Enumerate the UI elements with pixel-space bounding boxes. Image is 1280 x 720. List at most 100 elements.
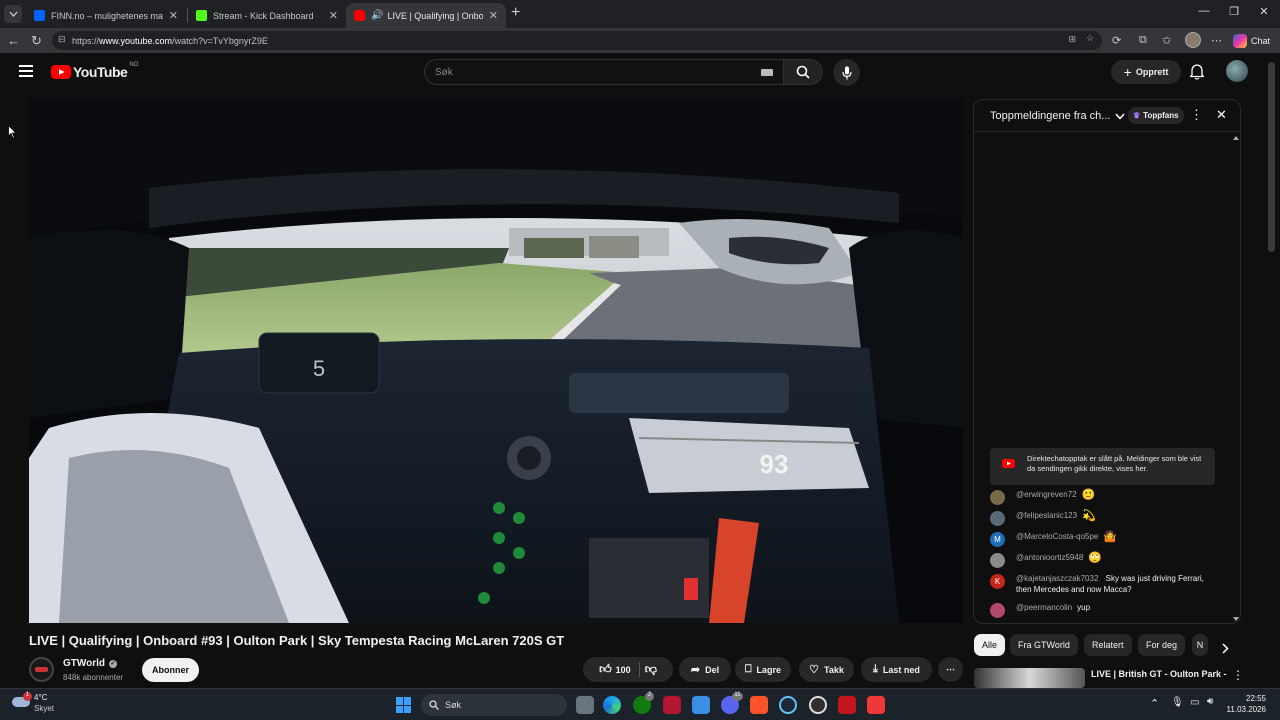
chat-header: Toppmeldingene fra ch... ♛ Toppfans ⋮ ✕ (974, 100, 1240, 132)
more-actions-button[interactable]: ⋯ (938, 657, 963, 682)
create-button[interactable]: + Opprett (1111, 60, 1181, 84)
chat-label: Chat (1251, 35, 1271, 46)
chevron-down-icon[interactable] (1115, 113, 1125, 120)
chip-for-you[interactable]: For deg (1138, 634, 1186, 656)
app-a-icon[interactable] (663, 696, 681, 714)
weather-widget[interactable]: 1 4°C Skyet (10, 692, 80, 718)
subscribe-button[interactable]: Abonner (142, 658, 199, 682)
minimize-icon[interactable]: — (1194, 5, 1214, 17)
chat-author[interactable]: @kajetanjaszczak7032 (1016, 574, 1098, 583)
url-field[interactable]: ⊟ https://www.youtube.com/watch?v=TvYbgn… (52, 31, 1102, 50)
keyboard-icon[interactable] (761, 69, 773, 76)
chat-author[interactable]: @MarceloCosta-qo5pe (1016, 532, 1098, 541)
channel-name-label: GTWorld (63, 658, 106, 669)
recommendation-title[interactable]: LIVE | British GT - Oulton Park - (1091, 669, 1227, 679)
volume-icon[interactable]: 🔊︎ (1207, 696, 1213, 707)
save-button[interactable]: ⎕ Lagre (735, 657, 791, 682)
network-icon[interactable]: ▭ (1190, 697, 1199, 708)
dislike-button[interactable]: 👎︎ (645, 662, 657, 677)
obs-icon[interactable] (809, 696, 827, 714)
back-icon[interactable]: ← (7, 33, 20, 48)
chip-from-channel[interactable]: Fra GTWorld (1010, 634, 1078, 656)
new-tab-icon[interactable]: + (511, 4, 520, 22)
chat-mode-selector[interactable]: Toppmeldingene fra ch... (990, 110, 1110, 122)
search-input[interactable]: Søk (424, 59, 784, 85)
chat-scrollbar[interactable] (1233, 136, 1239, 621)
chat-message: M @MarceloCosta-qo5pe 🤷 (990, 531, 1210, 547)
task-view-icon[interactable] (576, 696, 594, 714)
search-button[interactable] (783, 59, 823, 85)
more-options-icon[interactable]: ⋮ (1190, 107, 1203, 123)
chip-all[interactable]: Alle (974, 634, 1006, 656)
chip-label: For deg (1146, 640, 1178, 650)
browser-tab-strip: FINN.no – mulighetenes marked ✕ Stream -… (0, 0, 1280, 28)
page-scrollbar[interactable] (1268, 62, 1275, 252)
recommendation-more-icon[interactable]: ⋮ (1232, 668, 1244, 682)
thanks-button[interactable]: ♡ Takk (799, 657, 854, 682)
youtube-logo-text: YouTube (73, 64, 128, 80)
tab-youtube[interactable]: 🔊 LIVE | Qualifying | Onboard #93 ✕ (346, 3, 506, 28)
chip-related[interactable]: Relatert (1084, 634, 1132, 656)
split-screen-icon[interactable]: ⧉ (1139, 34, 1147, 47)
recommendation-thumbnail[interactable] (974, 668, 1085, 688)
app-badge: 2 (645, 692, 654, 701)
youtube-logo[interactable]: YouTube NO (51, 62, 138, 80)
chat-message: @antonioortiz5948 🙄 (990, 552, 1210, 568)
start-button[interactable] (396, 697, 412, 713)
more-menu-icon[interactable]: ⋯ (1211, 34, 1222, 47)
favorites-icon[interactable]: ✩ (1162, 34, 1171, 47)
speaker-icon[interactable]: 🔊 (371, 10, 383, 21)
video-player[interactable]: 5 93 (29, 98, 963, 623)
notifications-button[interactable] (1188, 64, 1206, 85)
channel-avatar[interactable] (29, 657, 54, 682)
close-chat-icon[interactable]: ✕ (1216, 107, 1227, 123)
microphone-tray-icon[interactable]: 🎙︎ (1171, 697, 1184, 708)
close-tab-icon[interactable]: ✕ (329, 9, 338, 22)
profile-avatar[interactable] (1185, 32, 1201, 48)
chat-author[interactable]: @erwingreven72 (1016, 490, 1077, 499)
onboard-camera-frame: 5 93 (29, 98, 963, 623)
account-avatar[interactable] (1226, 60, 1248, 82)
taskbar-search[interactable]: Søk (421, 694, 567, 716)
windows-taskbar: 1 4°C Skyet Søk 2 11 ⌃ 🎙︎ ▭ 🔊︎ 22:55 11.… (0, 688, 1280, 720)
close-window-icon[interactable]: ✕ (1254, 5, 1274, 18)
voice-search-button[interactable] (833, 59, 860, 86)
close-tab-icon[interactable]: ✕ (169, 9, 178, 22)
show-hidden-icons[interactable]: ⌃ (1150, 697, 1159, 710)
brave-icon[interactable] (750, 696, 768, 714)
clock[interactable]: 22:55 11.03.2026 (1226, 693, 1266, 715)
like-button[interactable]: 👍︎ 100 (599, 662, 640, 677)
tab-kick[interactable]: Stream - Kick Dashboard ✕ (188, 3, 346, 28)
subscribe-label: Abonner (152, 665, 189, 675)
copilot-chat-button[interactable]: Chat (1233, 32, 1270, 49)
chip-label: Alle (982, 640, 998, 650)
chip-label: N (1196, 640, 1204, 650)
chip-label: Fra GTWorld (1018, 640, 1070, 650)
site-info-icon[interactable]: ⊟ (58, 34, 66, 45)
tab-finn[interactable]: FINN.no – mulighetenes marked ✕ (26, 3, 186, 28)
install-app-icon[interactable]: ⊞ (1068, 34, 1076, 45)
download-label: Last ned (882, 664, 920, 675)
top-fans-badge[interactable]: ♛ Toppfans (1128, 107, 1184, 124)
menu-icon[interactable] (19, 65, 33, 77)
chevron-right-icon[interactable] (1222, 643, 1229, 654)
app-vivaldi-icon[interactable] (867, 696, 885, 714)
download-button[interactable]: ⤓ Last ned (861, 657, 932, 682)
chip-partial[interactable]: N (1192, 634, 1208, 656)
edge-browser-icon[interactable] (603, 696, 621, 714)
bookmark-star-icon[interactable]: ☆ (1086, 33, 1094, 44)
chat-author[interactable]: @antonioortiz5948 (1016, 553, 1083, 562)
close-tab-icon[interactable]: ✕ (489, 9, 498, 22)
channel-name[interactable]: GTWorld ✓ (63, 658, 118, 669)
steam-icon[interactable] (779, 696, 797, 714)
refresh-icon[interactable]: ↻ (31, 33, 42, 49)
chat-author[interactable]: @peermancolin (1016, 603, 1072, 612)
extension-refresh-icon[interactable]: ⟳ (1112, 34, 1121, 47)
chat-author[interactable]: @felipeslanic123 (1016, 511, 1077, 520)
tab-list-button[interactable] (4, 5, 22, 23)
app-red-icon[interactable] (838, 696, 856, 714)
store-icon[interactable] (692, 696, 710, 714)
avatar (990, 511, 1005, 526)
restore-icon[interactable]: ❐ (1224, 5, 1244, 18)
share-button[interactable]: ➦ Del (679, 657, 731, 682)
